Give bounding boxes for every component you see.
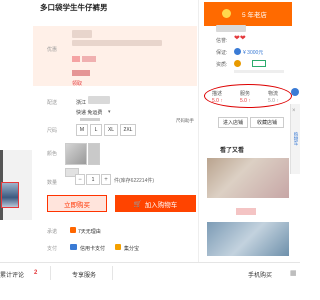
shipping-label: 配送 (47, 100, 58, 106)
shipping-detail-blurred (80, 118, 100, 121)
tab-divider (112, 266, 113, 280)
shop-name-blurred[interactable] (216, 25, 246, 32)
recommend-title: 看了又看 (220, 148, 245, 154)
rating-label-service: 服务 (240, 91, 251, 97)
size-option-2xl[interactable]: 2XL (120, 124, 136, 136)
tab-divider (50, 266, 51, 280)
enter-shop-button[interactable]: 进入店铺 (218, 117, 248, 128)
qualification-label: 资质: (216, 62, 228, 68)
mobile-buy-link[interactable]: 手机购买 (248, 270, 272, 279)
rating-value-service: 5.0 ↑ (240, 98, 251, 104)
reviews-count: 2 (34, 270, 38, 276)
recommend-product-image[interactable] (207, 222, 289, 256)
qualification-icon (234, 60, 241, 67)
recommend-product-image[interactable] (207, 158, 289, 198)
promise-label: 承诺 (47, 229, 58, 235)
stock-text: 件(库存622214件) (114, 178, 155, 184)
rating-label-logistics: 物流 (268, 91, 279, 97)
column-divider (198, 0, 199, 262)
sidebar-cart-link[interactable]: 购物车 (292, 132, 299, 146)
color-swatch[interactable] (65, 143, 87, 165)
tab-reviews[interactable]: 累计评论 (0, 270, 24, 279)
size-option-l[interactable]: L (90, 124, 102, 136)
discount-label: 优惠 (47, 47, 58, 53)
shop-badge-icon (222, 9, 231, 18)
add-to-cart-label: 加入购物车 (144, 201, 178, 209)
qualification-bar (234, 70, 284, 73)
sidebar-avatar-icon[interactable] (291, 88, 299, 96)
quantity-input[interactable]: 1 (86, 174, 100, 185)
payment-credit-card: 信用卡支付 (80, 246, 106, 252)
credit-hearts-icon: ❤❤ (234, 35, 246, 42)
deposit-value: ¥ 3000元 (243, 50, 264, 56)
coupon-claim-link[interactable]: 领取 (72, 80, 82, 87)
bottom-tab-bar (0, 262, 300, 300)
chevron-down-icon[interactable]: ▾ (108, 109, 111, 115)
price-box (33, 26, 197, 86)
ship-destination-blurred[interactable] (88, 96, 110, 104)
payment-points: 集分宝 (124, 246, 140, 252)
size-option-m[interactable]: M (76, 124, 88, 136)
quantity-minus-button[interactable]: − (75, 174, 85, 185)
payment-label: 支付 (47, 246, 58, 252)
rating-label-description: 描述 (212, 91, 223, 97)
favorite-shop-button[interactable]: 收藏店铺 (250, 117, 284, 128)
credit-label: 信誉: (216, 38, 228, 44)
shipping-option: 快递 免运费 (76, 110, 103, 116)
rating-value-logistics: 5.0 ↑ (268, 98, 279, 104)
buy-now-button[interactable]: 立即购买 (47, 195, 107, 212)
rating-value-description: 5.0 ↑ (212, 98, 223, 104)
size-label: 尺码 (47, 128, 58, 134)
add-to-cart-button[interactable]: 🛒 加入购物车 (115, 195, 196, 212)
promo-tag[interactable] (72, 56, 80, 62)
price-line-blurred (72, 40, 162, 46)
deposit-label: 保证: (216, 50, 228, 56)
quantity-label: 数量 (47, 180, 58, 186)
credit-card-icon (70, 244, 77, 250)
points-icon (115, 244, 121, 250)
product-title: 多口袋学生牛仔裤男 (40, 3, 108, 12)
qr-code-icon[interactable]: ▦ (290, 269, 297, 277)
promise-value[interactable]: 7天无理由 (78, 228, 101, 235)
size-chart-link[interactable]: 尺码助手 (176, 118, 194, 124)
color-label: 颜色 (47, 151, 58, 157)
cart-icon: 🛒 (133, 200, 142, 208)
quantity-plus-button[interactable]: + (101, 174, 111, 185)
recommend-price-blurred (236, 208, 256, 215)
deposit-icon (234, 48, 241, 55)
ship-from: 浙江 (76, 100, 87, 106)
product-thumbnail[interactable] (1, 182, 19, 208)
close-icon[interactable]: × (292, 108, 296, 114)
tab-service[interactable]: 专享服务 (72, 270, 96, 279)
shop-years: 5 年老店 (242, 12, 267, 19)
qualification-badge-icon (252, 60, 266, 67)
color-swatch[interactable] (88, 143, 100, 165)
return-policy-icon (70, 227, 76, 233)
size-option-xl[interactable]: XL (104, 124, 118, 136)
promo-tag[interactable] (82, 56, 96, 62)
coupon-tag[interactable] (72, 70, 90, 76)
price-value-blurred (72, 30, 92, 38)
